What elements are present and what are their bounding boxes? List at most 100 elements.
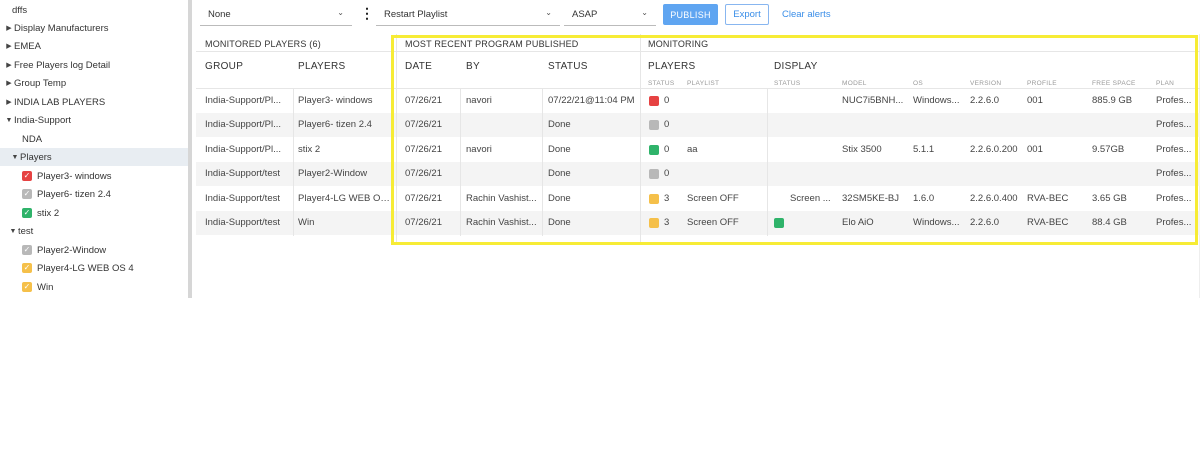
player-status-indicator bbox=[649, 120, 659, 131]
filter-select[interactable]: None ⌄ bbox=[200, 4, 352, 26]
cell-profile: RVA-BEC bbox=[1027, 217, 1069, 228]
divider bbox=[196, 88, 1200, 89]
cell-os: Windows... bbox=[913, 95, 960, 106]
sidebar-item[interactable]: ▶ Free Players log Detail bbox=[0, 56, 188, 74]
sidebar-item-label: India-Support bbox=[14, 114, 72, 126]
clear-alerts-link[interactable]: Clear alerts bbox=[782, 9, 831, 20]
sidebar-item[interactable]: ▼ Players bbox=[0, 148, 188, 166]
sidebar-item-label: Player3- windows bbox=[37, 170, 112, 182]
cell-free-space: 9.57GB bbox=[1092, 143, 1125, 155]
sidebar-item[interactable]: dffs bbox=[0, 1, 188, 19]
more-options-icon[interactable]: ⋮ bbox=[360, 6, 374, 20]
cell-display-status: Screen ... bbox=[790, 192, 831, 204]
cell-status: Done bbox=[548, 192, 571, 204]
subheader-plan: PLAN bbox=[1156, 80, 1175, 87]
column-header-monitoring-players: PLAYERS bbox=[648, 61, 696, 72]
cell-status: Done bbox=[548, 119, 571, 131]
status-check-icon: ✓ bbox=[22, 263, 32, 273]
sidebar-item-label: Player2-Window bbox=[37, 244, 107, 256]
cell-date: 07/26/21 bbox=[405, 95, 442, 106]
sidebar-item[interactable]: ✓ stix 2 bbox=[0, 204, 188, 222]
sidebar-item[interactable]: ▼ India-Support bbox=[0, 111, 188, 129]
cell-group: India-Support/Pl... bbox=[205, 95, 282, 106]
sidebar-item-label: Free Players log Detail bbox=[14, 59, 111, 71]
timing-select[interactable]: ASAP ⌄ bbox=[564, 4, 656, 26]
caret-right-icon[interactable]: ▶ bbox=[4, 42, 14, 50]
cell-player: Win bbox=[298, 217, 315, 228]
caret-right-icon[interactable]: ▶ bbox=[4, 24, 14, 32]
cell-plan: Profes... bbox=[1156, 95, 1192, 106]
divider bbox=[640, 34, 641, 244]
sidebar-item-label: Win bbox=[37, 281, 54, 293]
cell-os: Windows... bbox=[913, 217, 960, 228]
cell-plan: Profes... bbox=[1156, 168, 1192, 180]
cell-player: Player3- windows bbox=[298, 95, 373, 106]
subheader-display-status: STATUS bbox=[774, 80, 801, 87]
cell-group: India-Support/test bbox=[205, 168, 280, 180]
action-select-value: Restart Playlist bbox=[384, 9, 448, 20]
sidebar-item[interactable]: ▶ EMEA bbox=[0, 37, 188, 55]
player-status-indicator bbox=[649, 96, 659, 106]
cell-os: 1.6.0 bbox=[913, 192, 935, 204]
cell-version: 2.2.6.0.200 bbox=[970, 143, 1018, 155]
column-header-display: DISPLAY bbox=[774, 61, 818, 72]
sidebar-item[interactable]: ✓ Player2-Window bbox=[0, 241, 188, 259]
cell-status: Done bbox=[548, 217, 571, 228]
filter-select-value: None bbox=[208, 9, 231, 20]
cell-player: Player2-Window bbox=[298, 168, 368, 180]
cell-model: NUC7i5BNH... bbox=[842, 95, 904, 106]
cell-player-count: 0 bbox=[664, 143, 670, 155]
cell-player-count: 3 bbox=[664, 217, 670, 228]
sidebar-item[interactable]: ▶ Group Temp bbox=[0, 74, 188, 92]
group-header-recent: MOST RECENT PROGRAM PUBLISHED bbox=[405, 39, 579, 49]
sidebar-item-label: Group Temp bbox=[14, 77, 67, 89]
action-select[interactable]: Restart Playlist ⌄ bbox=[376, 4, 560, 26]
sidebar-item[interactable]: NDA bbox=[0, 130, 188, 148]
caret-right-icon[interactable]: ▶ bbox=[4, 79, 14, 87]
caret-right-icon[interactable]: ▶ bbox=[4, 98, 14, 106]
divider bbox=[196, 51, 1200, 52]
cell-by: Rachin Vashist... bbox=[466, 217, 537, 228]
column-header-status: STATUS bbox=[548, 61, 588, 72]
cell-group: India-Support/Pl... bbox=[205, 119, 282, 131]
publish-button[interactable]: PUBLISH bbox=[663, 4, 718, 25]
cell-player: Player6- tizen 2.4 bbox=[298, 119, 372, 131]
caret-right-icon[interactable]: ▶ bbox=[4, 61, 14, 69]
cell-player-count: 0 bbox=[664, 119, 670, 131]
chevron-down-icon: ⌄ bbox=[337, 8, 344, 17]
sidebar-item[interactable]: ▶ Display Manufacturers bbox=[0, 19, 188, 37]
sidebar-item[interactable]: ▶ INDIA LAB PLAYERS bbox=[0, 93, 188, 111]
caret-down-icon[interactable]: ▼ bbox=[4, 117, 14, 124]
sidebar-item[interactable]: ▼ test bbox=[0, 222, 188, 240]
sidebar-item-label: Player4-LG WEB OS 4 bbox=[37, 262, 134, 274]
cell-group: India-Support/test bbox=[205, 217, 280, 228]
player-status-indicator bbox=[649, 169, 659, 180]
chevron-down-icon: ⌄ bbox=[545, 8, 552, 17]
players-table: MONITORED PLAYERS (6) MOST RECENT PROGRAM… bbox=[196, 34, 1200, 298]
column-header-players: PLAYERS bbox=[298, 61, 346, 72]
cell-player-count: 0 bbox=[664, 168, 670, 180]
caret-down-icon[interactable]: ▼ bbox=[10, 154, 20, 161]
cell-group: India-Support/test bbox=[205, 192, 280, 204]
cell-model: Stix 3500 bbox=[842, 143, 882, 155]
export-button[interactable]: Export bbox=[725, 4, 769, 25]
sidebar-item-label: Players bbox=[20, 151, 52, 163]
cell-date: 07/26/21 bbox=[405, 143, 442, 155]
cell-date: 07/26/21 bbox=[405, 192, 442, 204]
status-check-icon: ✓ bbox=[22, 282, 32, 292]
cell-version: 2.2.6.0 bbox=[970, 95, 1000, 106]
divider bbox=[767, 89, 768, 236]
status-check-icon: ✓ bbox=[22, 208, 32, 218]
caret-down-icon[interactable]: ▼ bbox=[8, 228, 18, 235]
cell-playlist: Screen OFF bbox=[687, 217, 739, 228]
sidebar-item[interactable]: ✓ Player4-LG WEB OS 4 bbox=[0, 259, 188, 277]
cell-profile: RVA-BEC bbox=[1027, 192, 1069, 204]
sidebar-item[interactable]: ✓ Player3- windows bbox=[0, 167, 188, 185]
toolbar: None ⌄ ⋮ Restart Playlist ⌄ ASAP ⌄ PUBLI… bbox=[196, 0, 1200, 30]
sidebar-item[interactable]: ✓ Player6- tizen 2.4 bbox=[0, 185, 188, 203]
column-header-date: DATE bbox=[405, 61, 433, 72]
sidebar-item[interactable]: ✓ Win bbox=[0, 278, 188, 296]
sidebar-scrollbar[interactable] bbox=[188, 0, 192, 298]
subheader-os: OS bbox=[913, 80, 923, 87]
divider bbox=[542, 89, 543, 236]
